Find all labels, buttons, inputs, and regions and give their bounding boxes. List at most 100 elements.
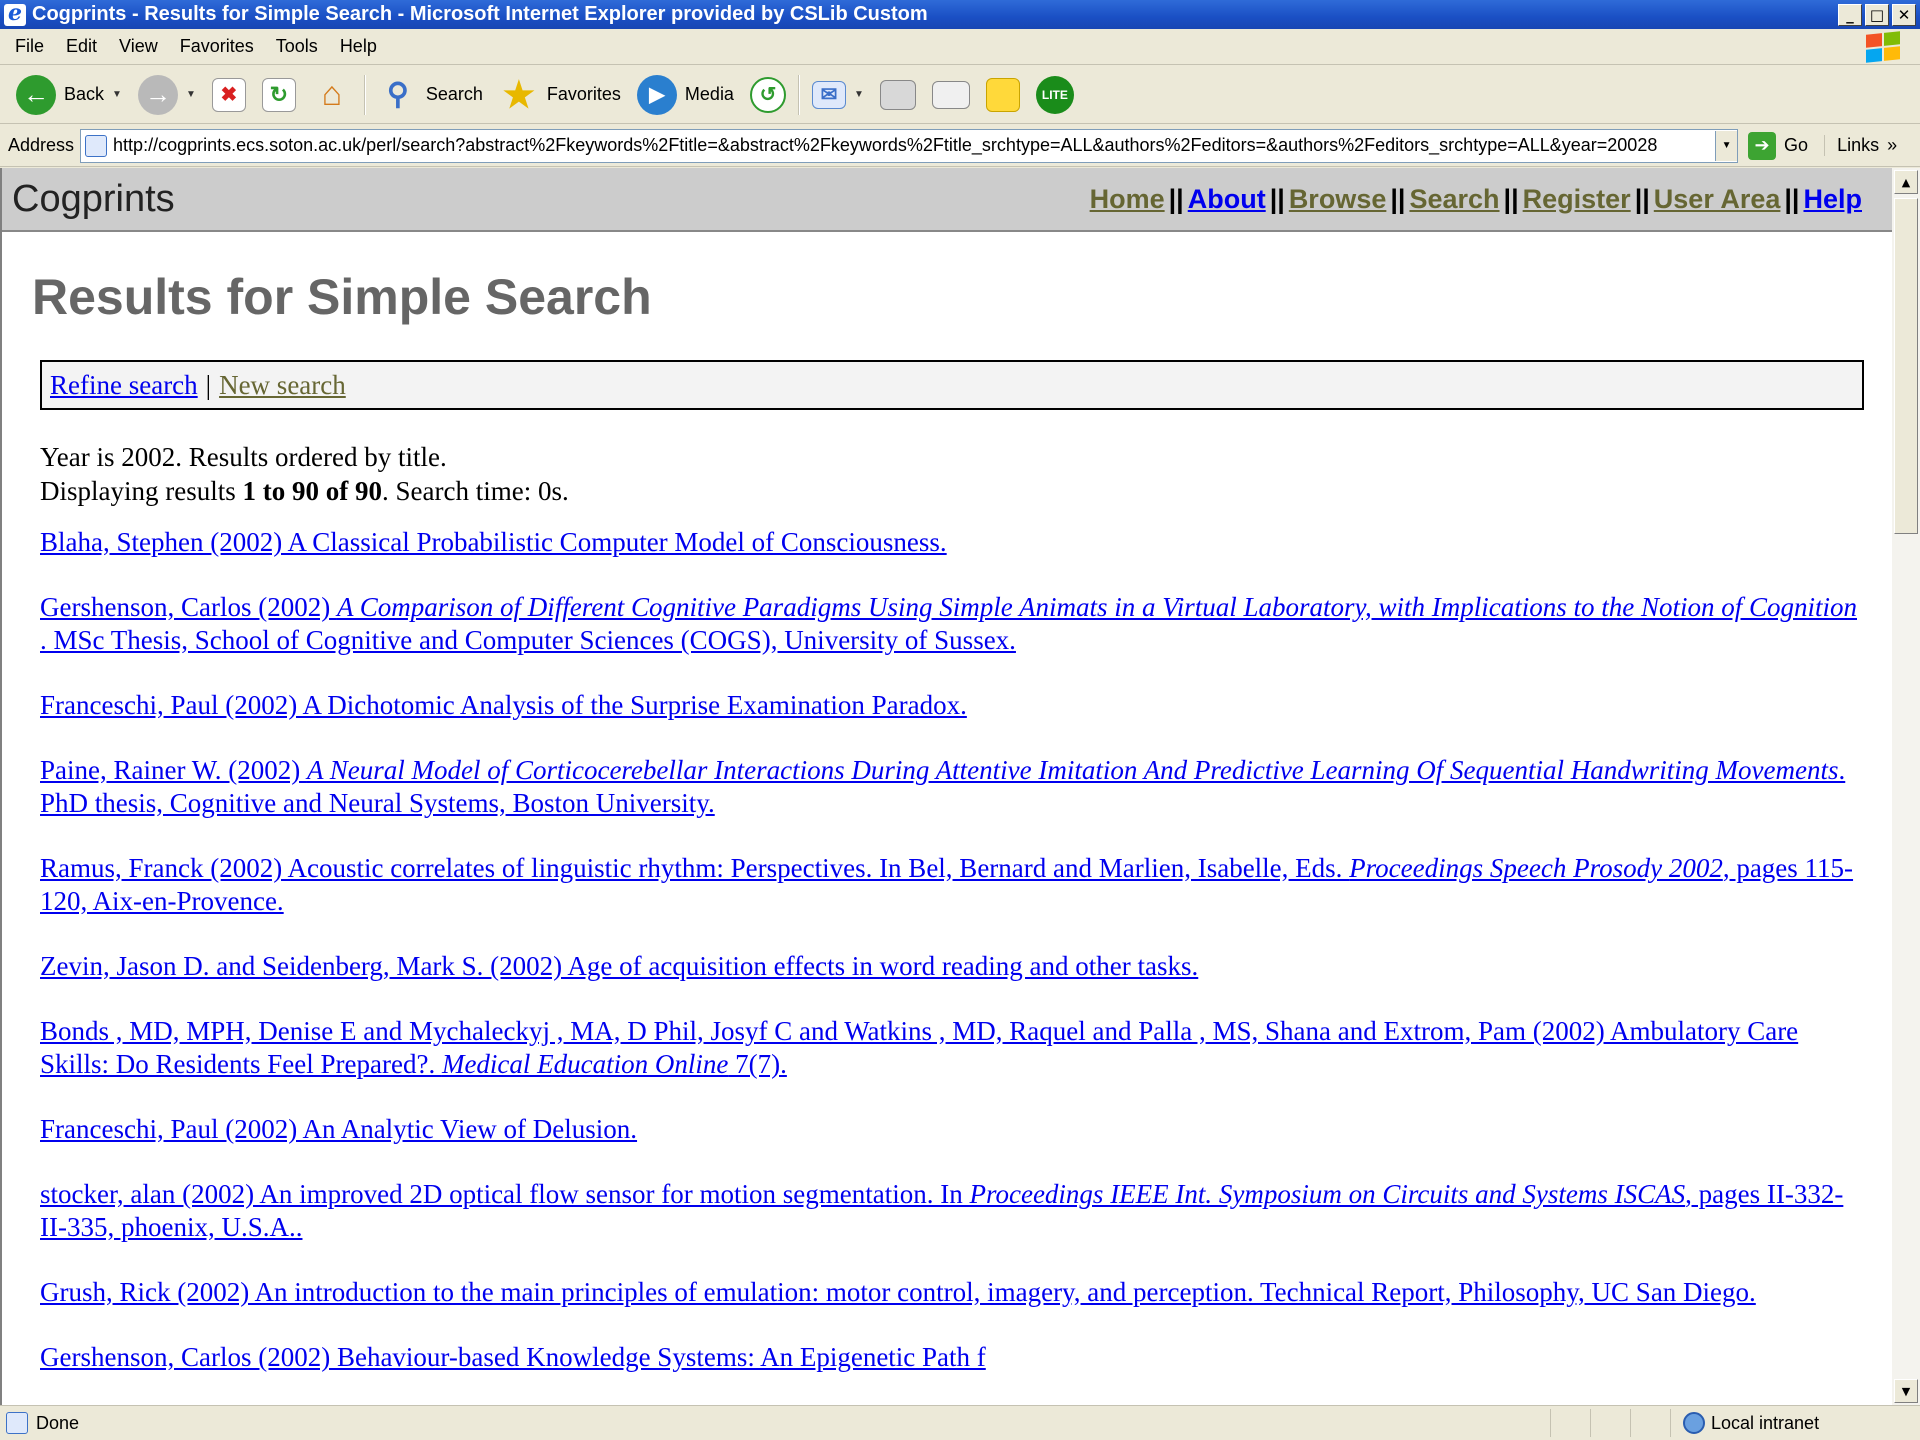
result-citation-tail: 7(7).: [728, 1049, 787, 1079]
address-url[interactable]: http://cogprints.ecs.soton.ac.uk/perl/se…: [113, 135, 1715, 156]
close-button[interactable]: ✕: [1892, 3, 1916, 26]
nav-home[interactable]: Home: [1090, 184, 1165, 214]
menu-edit[interactable]: Edit: [55, 36, 108, 57]
go-arrow-icon: ➔: [1748, 131, 1777, 160]
media-button[interactable]: ▶ Media: [629, 71, 742, 119]
address-input[interactable]: http://cogprints.ecs.soton.ac.uk/perl/se…: [80, 128, 1739, 163]
result-title-italic: A Comparison of Different Cognitive Para…: [336, 592, 1857, 622]
result-link[interactable]: stocker, alan (2002) An improved 2D opti…: [40, 1178, 1862, 1244]
result-citation: stocker, alan (2002) An improved 2D opti…: [40, 1179, 970, 1209]
search-button[interactable]: ⚲ Search: [370, 71, 491, 119]
summary-count-prefix: Displaying results: [40, 476, 243, 506]
result-citation: Franceschi, Paul (2002) An Analytic View…: [40, 1114, 638, 1144]
edit-button[interactable]: [924, 71, 978, 119]
nav-divider: ||: [1168, 183, 1184, 214]
summary-count: Displaying results 1 to 90 of 90. Search…: [40, 474, 1892, 508]
page-viewport: Cogprints Home || About || Browse || Search || R…: [0, 168, 1892, 1405]
menu-view[interactable]: View: [108, 36, 169, 57]
page-icon: [85, 134, 108, 157]
result-title-italic: Medical Education Online: [441, 1049, 729, 1079]
refresh-button[interactable]: ↻: [254, 71, 304, 119]
links-button[interactable]: Links »: [1824, 135, 1907, 156]
nav-divider: ||: [1634, 183, 1650, 214]
media-icon: ▶: [636, 74, 677, 115]
search-icon: ⚲: [386, 78, 409, 111]
nav-register[interactable]: Register: [1523, 184, 1631, 214]
forward-dropdown-icon[interactable]: ▼: [186, 89, 196, 100]
search-label: Search: [425, 84, 483, 104]
result-link[interactable]: Gershenson, Carlos (2002) A Comparison o…: [40, 591, 1862, 657]
summary-of-word: of: [319, 476, 355, 506]
result-link[interactable]: Blaha, Stephen (2002) A Classical Probab…: [40, 526, 1862, 559]
refine-search-link[interactable]: Refine search: [50, 370, 198, 401]
summary-time: . Search time: 0s.: [382, 476, 569, 506]
home-button[interactable]: ⌂: [304, 71, 360, 119]
favorites-button[interactable]: ★ Favorites: [491, 71, 629, 119]
menu-file[interactable]: File: [4, 36, 55, 57]
print-button[interactable]: [872, 71, 924, 119]
note-icon: [985, 77, 1020, 112]
result-title-italic: Proceedings IEEE Int. Symposium on Circu…: [969, 1179, 1686, 1209]
nav-about[interactable]: About: [1188, 184, 1266, 214]
nav-divider: ||: [1503, 183, 1519, 214]
result-citation: Franceschi, Paul (2002) A Dichotomic Ana…: [40, 690, 967, 720]
menu-favorites[interactable]: Favorites: [169, 36, 265, 57]
back-dropdown-icon[interactable]: ▼: [112, 89, 122, 100]
nav-browse[interactable]: Browse: [1289, 184, 1387, 214]
history-button[interactable]: ↺: [742, 71, 794, 119]
results-list: Blaha, Stephen (2002) A Classical Probab…: [40, 526, 1862, 1374]
status-cell: [1590, 1409, 1630, 1437]
nav-user-area[interactable]: User Area: [1654, 184, 1781, 214]
summary-query: Year is 2002. Results ordered by title.: [40, 442, 447, 472]
bug-button[interactable]: LITE: [1028, 71, 1082, 119]
result-citation: Paine, Rainer W. (2002): [40, 755, 307, 785]
menu-tools[interactable]: Tools: [265, 36, 329, 57]
menu-help[interactable]: Help: [329, 36, 388, 57]
intranet-icon: [1683, 1412, 1705, 1434]
result-citation: Blaha, Stephen (2002) A Classical Probab…: [40, 527, 947, 557]
window-title-bar[interactable]: Cogprints - Results for Simple Search - …: [0, 0, 1920, 29]
go-button[interactable]: ➔ Go: [1738, 131, 1818, 160]
mail-dropdown-icon[interactable]: ▼: [854, 89, 864, 100]
result-link[interactable]: Franceschi, Paul (2002) A Dichotomic Ana…: [40, 689, 1862, 722]
result-link[interactable]: Zevin, Jason D. and Seidenberg, Mark S. …: [40, 950, 1862, 983]
nav-help[interactable]: Help: [1803, 184, 1862, 214]
forward-button[interactable]: → ▼: [130, 71, 204, 119]
minimize-button[interactable]: _: [1838, 3, 1862, 26]
result-link[interactable]: Grush, Rick (2002) An introduction to th…: [40, 1276, 1862, 1309]
links-label: Links: [1837, 135, 1880, 155]
status-bar: Done Local intranet: [0, 1405, 1920, 1440]
favorites-icon: ★: [502, 73, 536, 115]
result-link[interactable]: Ramus, Franck (2002) Acoustic correlates…: [40, 852, 1862, 918]
window-title: Cogprints - Results for Simple Search - …: [32, 3, 928, 25]
result-citation-tail: . MSc Thesis, School of Cognitive and Co…: [40, 625, 1016, 655]
page-status-icon: [6, 1412, 28, 1434]
media-label: Media: [684, 84, 734, 104]
results-summary: Year is 2002. Results ordered by title. …: [40, 440, 1892, 508]
menu-bar: File Edit View Favorites Tools Help: [0, 29, 1920, 65]
result-title-italic: A Neural Model of Corticocerebellar Inte…: [306, 755, 1839, 785]
nav-search[interactable]: Search: [1409, 184, 1499, 214]
new-search-link[interactable]: New search: [219, 370, 346, 401]
search-controls: Refine search | New search: [40, 360, 1864, 410]
address-dropdown-icon[interactable]: ▼: [1715, 130, 1738, 161]
vertical-scrollbar[interactable]: ▲ ▼: [1892, 168, 1920, 1405]
history-icon: ↺: [749, 76, 786, 113]
result-link[interactable]: Bonds , MD, MPH, Denise E and Mychalecky…: [40, 1015, 1862, 1081]
nav-divider: ||: [1390, 183, 1406, 214]
scroll-up-button[interactable]: ▲: [1894, 170, 1918, 194]
scroll-thumb[interactable]: [1894, 198, 1918, 534]
maximize-button[interactable]: □: [1865, 3, 1889, 26]
stop-button[interactable]: ✖: [204, 71, 254, 119]
security-zone[interactable]: Local intranet: [1670, 1409, 1920, 1437]
result-link[interactable]: Gershenson, Carlos (2002) Behaviour-base…: [40, 1341, 1862, 1374]
links-chevron-icon: »: [1887, 135, 1898, 155]
result-link[interactable]: Franceschi, Paul (2002) An Analytic View…: [40, 1113, 1862, 1146]
note-button[interactable]: [978, 71, 1028, 119]
back-button[interactable]: ← Back ▼: [8, 71, 130, 119]
scroll-down-button[interactable]: ▼: [1894, 1379, 1918, 1403]
mail-button[interactable]: ✉ ▼: [804, 71, 872, 119]
result-link[interactable]: Paine, Rainer W. (2002) A Neural Model o…: [40, 754, 1862, 820]
zone-label: Local intranet: [1711, 1412, 1820, 1433]
result-citation: Zevin, Jason D. and Seidenberg, Mark S. …: [40, 951, 1199, 981]
